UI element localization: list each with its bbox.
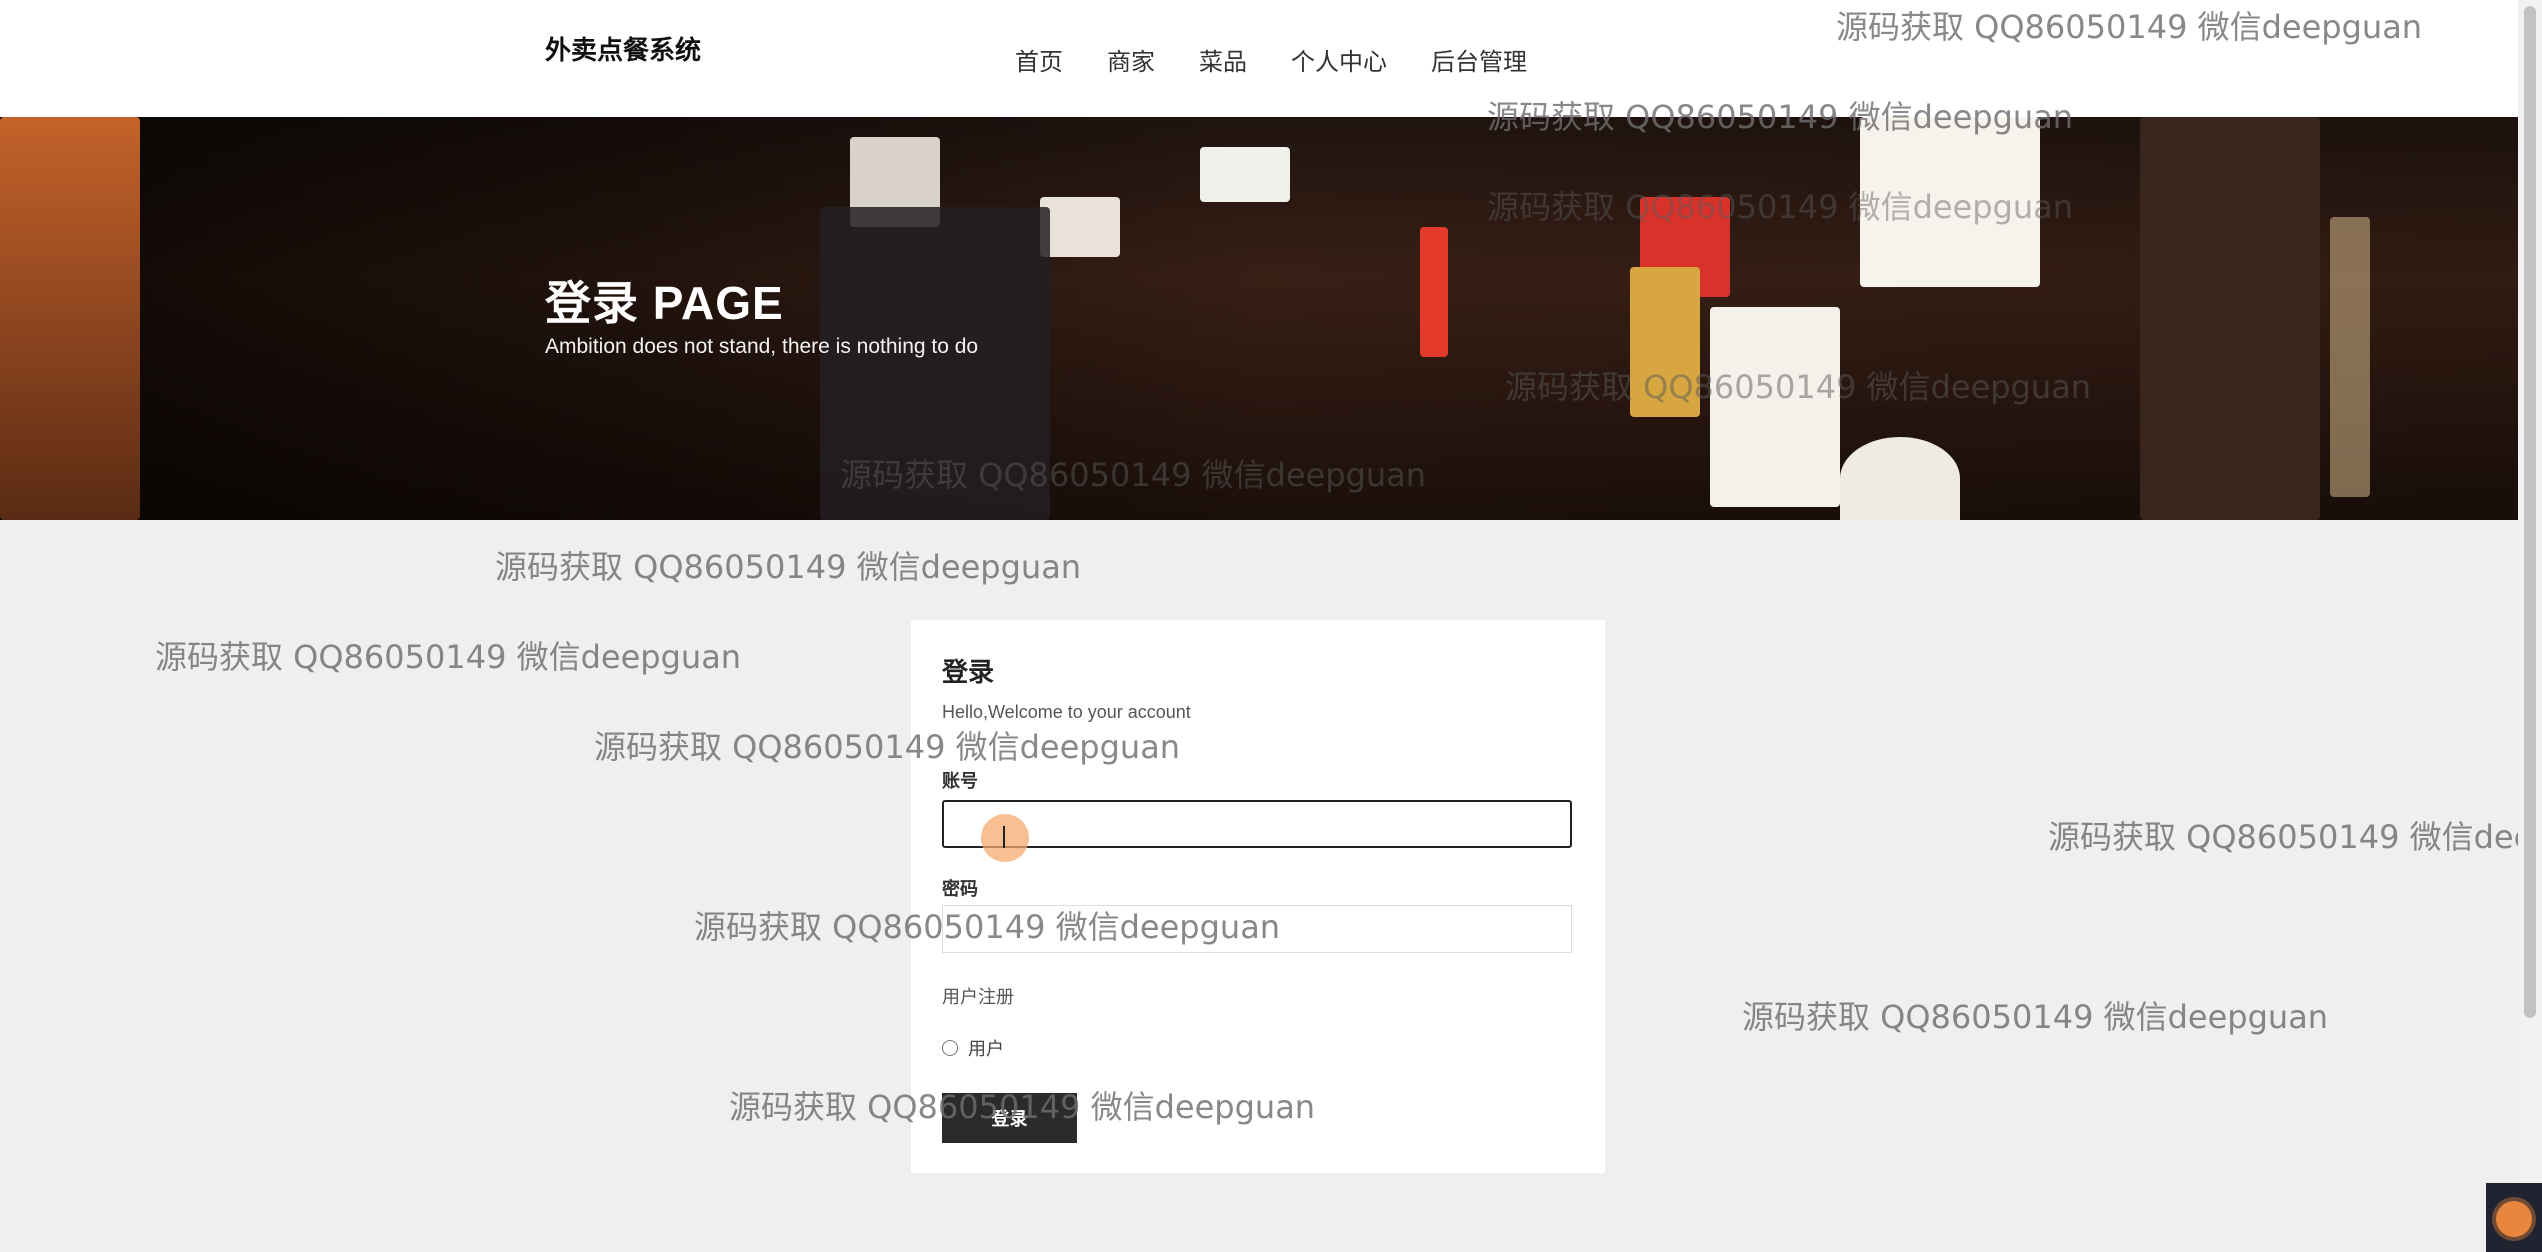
main-nav: 首页 商家 菜品 个人中心 后台管理 — [1015, 42, 1571, 77]
role-option-user[interactable]: 用户 — [942, 1035, 1004, 1061]
nav-home[interactable]: 首页 — [1015, 42, 1063, 77]
hero-photo-sign — [1420, 227, 1448, 357]
page-subtitle: Ambition does not stand, there is nothin… — [545, 335, 979, 358]
site-brand[interactable]: 外卖点餐系统 — [545, 30, 701, 67]
password-input[interactable] — [942, 905, 1572, 953]
radio-circle-icon[interactable] — [942, 1040, 958, 1056]
top-header: 外卖点餐系统 首页 商家 菜品 个人中心 后台管理 — [0, 0, 2518, 117]
watermark: 源码获取 QQ86050149 微信deepguan — [1742, 998, 2329, 1036]
hero-banner: 登录 PAGE Ambition does not stand, there i… — [0, 117, 2518, 520]
page-title: 登录 PAGE — [545, 277, 784, 329]
hero-photo-sign — [2140, 117, 2320, 520]
hero-photo-sign — [820, 207, 1050, 520]
hero-photo-sign — [2330, 217, 2370, 497]
hero-photo-sign — [1040, 197, 1120, 257]
floating-widget[interactable] — [2486, 1183, 2542, 1252]
hero-photo-sign — [1200, 147, 1290, 202]
login-title: 登录 — [942, 657, 995, 687]
nav-merchants[interactable]: 商家 — [1107, 42, 1155, 77]
hero-photo-sign — [1840, 437, 1960, 520]
hero-photo-sign — [0, 117, 140, 520]
gear-icon[interactable] — [2496, 1201, 2532, 1237]
login-button[interactable]: 登录 — [942, 1093, 1077, 1143]
login-welcome: Hello,Welcome to your account — [942, 702, 1191, 722]
scrollbar-thumb[interactable] — [2524, 6, 2536, 1018]
cursor-highlight — [981, 814, 1029, 862]
watermark: 源码获取 QQ86050149 微信deepguan — [155, 638, 742, 676]
nav-profile[interactable]: 个人中心 — [1291, 42, 1387, 77]
vertical-scrollbar[interactable] — [2518, 0, 2542, 1252]
role-option-label: 用户 — [968, 1039, 1004, 1059]
register-section-label: 用户注册 — [942, 987, 1014, 1007]
password-label: 密码 — [942, 879, 978, 899]
hero-photo-sign — [1860, 117, 2040, 287]
nav-dishes[interactable]: 菜品 — [1199, 42, 1247, 77]
watermark: 源码获取 QQ86050149 微信deepguan — [2048, 818, 2542, 856]
hero-photo-sign — [1710, 307, 1840, 507]
nav-admin[interactable]: 后台管理 — [1431, 42, 1527, 77]
login-card: 登录 Hello,Welcome to your account 账号 密码 用… — [911, 620, 1605, 1173]
account-input[interactable] — [942, 800, 1572, 848]
watermark: 源码获取 QQ86050149 微信deepguan — [495, 548, 1082, 586]
account-label: 账号 — [942, 771, 978, 791]
text-cursor-icon — [1003, 826, 1005, 848]
hero-photo-sign — [1630, 267, 1700, 417]
